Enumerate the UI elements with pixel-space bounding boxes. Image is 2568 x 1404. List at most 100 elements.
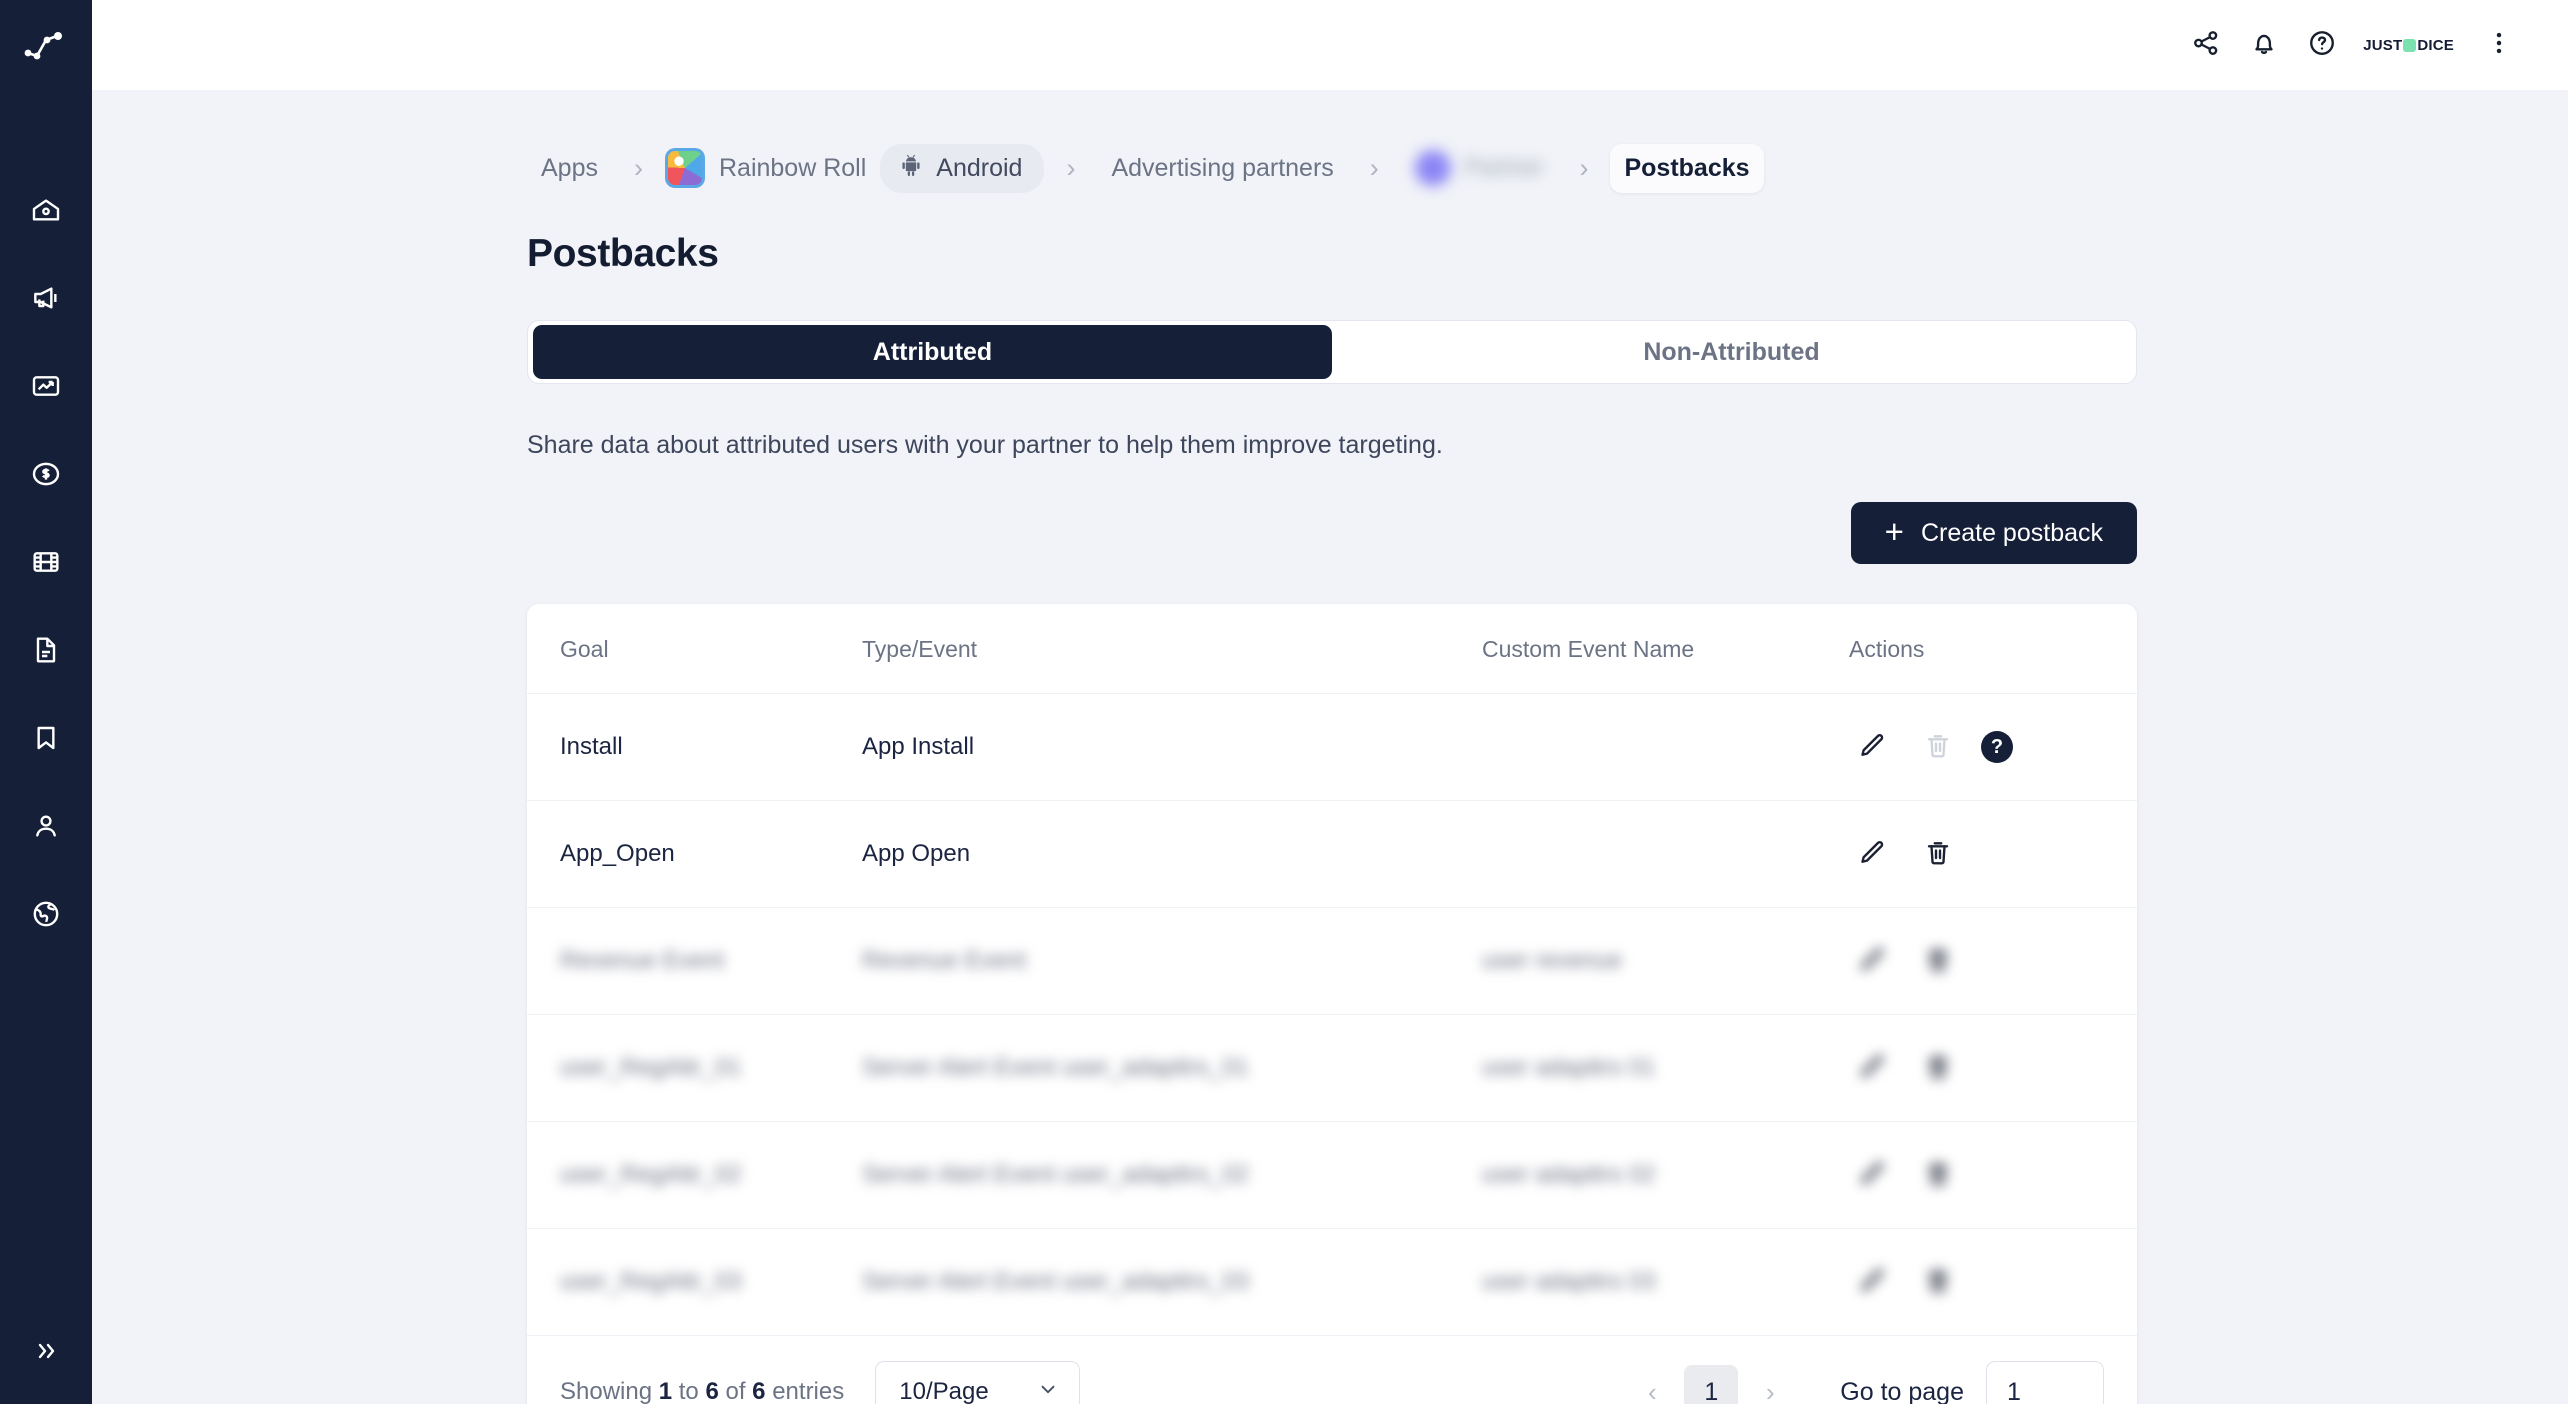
sidebar-item-analytics[interactable] [0,342,92,430]
trash-icon [1923,945,1953,978]
dollar-coin-icon [30,458,62,490]
pencil-icon [1857,838,1887,871]
trash-icon [1923,838,1953,871]
share-button[interactable] [2177,16,2235,74]
table-row: Install App Install? [527,693,2137,801]
breadcrumb-platform-chip[interactable]: Android [880,143,1045,193]
notifications-button[interactable] [2235,16,2293,74]
sidebar-nav [0,166,92,958]
tab-non-attributed[interactable]: Non-Attributed [1332,325,2131,379]
pagination-bar: Showing 1 to 6 of 6 entries 10/Page ‹ 1 … [527,1336,2137,1404]
row-actions [1849,1259,2137,1305]
breadcrumb-advertising-partners[interactable]: Advertising partners [1097,144,1347,193]
cell-actions: ? [1847,693,2137,801]
table-row: Revenue Event Revenue Event user revenue [527,907,2137,1015]
breadcrumb-current-postbacks[interactable]: Postbacks [1610,143,1764,193]
sidebar-item-campaigns[interactable] [0,254,92,342]
breadcrumb-partner[interactable]: Partner [1401,140,1558,196]
chevron-double-right-icon [31,1339,61,1368]
breadcrumb-separator: › [1369,152,1379,183]
showing-total: 6 [752,1378,766,1404]
cell-type-event: Server Alert Event user_adapttrs_01 [862,1014,1482,1122]
breadcrumb-app[interactable]: Rainbow Roll [664,138,880,198]
breadcrumb-separator: › [633,152,643,183]
edit-row-button[interactable] [1849,831,1895,877]
cell-goal: user_RegAttr_03 [527,1228,862,1336]
create-postback-label: Create postback [1920,518,2103,547]
table-header-row: Goal Type/Event Custom Event Name Action… [527,604,2137,694]
row-help-badge[interactable]: ? [1981,731,2013,763]
sidebar-item-reports[interactable] [0,606,92,694]
sidebar-expand-button[interactable] [0,1339,92,1368]
next-page-button[interactable]: › [1748,1370,1792,1404]
cell-custom-event-name [1482,800,1847,908]
user-icon [30,810,62,842]
tab-attributed[interactable]: Attributed [533,325,1332,379]
brand-text-left: JUST [2363,36,2403,54]
notification-bell-icon [2249,28,2279,63]
edit-row-button[interactable] [1849,724,1895,770]
sidebar-item-saved[interactable] [0,694,92,782]
postbacks-table-card: Goal Type/Event Custom Event Name Action… [527,604,2137,1404]
edit-row-button[interactable] [1849,1259,1895,1305]
delete-row-button [1915,724,1961,770]
pager-controls: ‹ 1 › Go to page [1630,1361,2104,1404]
row-actions [1849,938,2137,984]
sidebar-item-global[interactable] [0,870,92,958]
edit-row-button[interactable] [1849,1152,1895,1198]
bookmark-icon [30,722,62,754]
cell-custom-event-name [1482,693,1847,801]
page-number-1[interactable]: 1 [1684,1365,1739,1404]
cell-goal: user_RegAttr_01 [527,1014,862,1122]
row-actions: ? [1849,724,2137,770]
cell-type-event: Server Alert Event user_adapttrs_02 [862,1121,1482,1229]
delete-row-button[interactable] [1915,831,1961,877]
sidebar-item-account[interactable] [0,782,92,870]
justdice-logo-icon[interactable] [0,0,92,90]
cell-actions [1847,1228,2137,1336]
sidebar-item-creatives[interactable] [0,518,92,606]
create-postback-button[interactable]: + Create postback [1850,502,2137,564]
delete-row-button[interactable] [1915,1152,1961,1198]
pencil-icon [1857,1052,1887,1085]
brand-text-right: DICE [2417,36,2454,54]
showing-to: 6 [705,1378,719,1404]
globe-icon [30,898,62,930]
per-page-value: 10/Page [899,1378,989,1404]
cell-custom-event-name: user adapttrs 02 [1482,1121,1847,1229]
edit-row-button[interactable] [1849,938,1895,984]
more-options-button[interactable] [2470,16,2528,74]
go-to-page-input[interactable] [1986,1361,2104,1404]
chevron-down-icon [1037,1378,1059,1404]
column-header-actions: Actions [1847,604,2137,694]
pencil-icon [1857,1159,1887,1192]
breadcrumb-apps[interactable]: Apps [527,144,612,193]
page-description: Share data about attributed users with y… [527,431,1443,459]
pencil-icon [1857,731,1887,764]
android-icon [898,152,924,185]
trash-icon [1923,731,1953,764]
megaphone-icon [30,282,62,314]
pencil-icon [1857,1266,1887,1299]
cell-type-event: App Open [862,800,1482,908]
delete-row-button[interactable] [1915,938,1961,984]
tab-switcher: Attributed Non-Attributed [527,320,2137,384]
breadcrumb-separator: › [1579,152,1589,183]
page-title: Postbacks [527,232,719,275]
justdice-brand-logo[interactable]: JUST DICE [2363,38,2454,53]
cell-actions [1847,800,2137,908]
previous-page-button[interactable]: ‹ [1630,1370,1674,1404]
film-strip-icon [30,546,62,578]
per-page-select[interactable]: 10/Page [875,1361,1081,1404]
sidebar-item-home[interactable] [0,166,92,254]
breadcrumb-separator: › [1066,152,1076,183]
document-icon [30,634,62,666]
delete-row-button[interactable] [1915,1259,1961,1305]
edit-row-button[interactable] [1849,1045,1895,1091]
delete-row-button[interactable] [1915,1045,1961,1091]
go-to-page-label: Go to page [1840,1377,1964,1404]
sidebar-item-finance[interactable] [0,430,92,518]
row-actions [1849,831,2137,877]
create-postback-row: + Create postback [527,502,2137,564]
help-button[interactable] [2293,16,2351,74]
